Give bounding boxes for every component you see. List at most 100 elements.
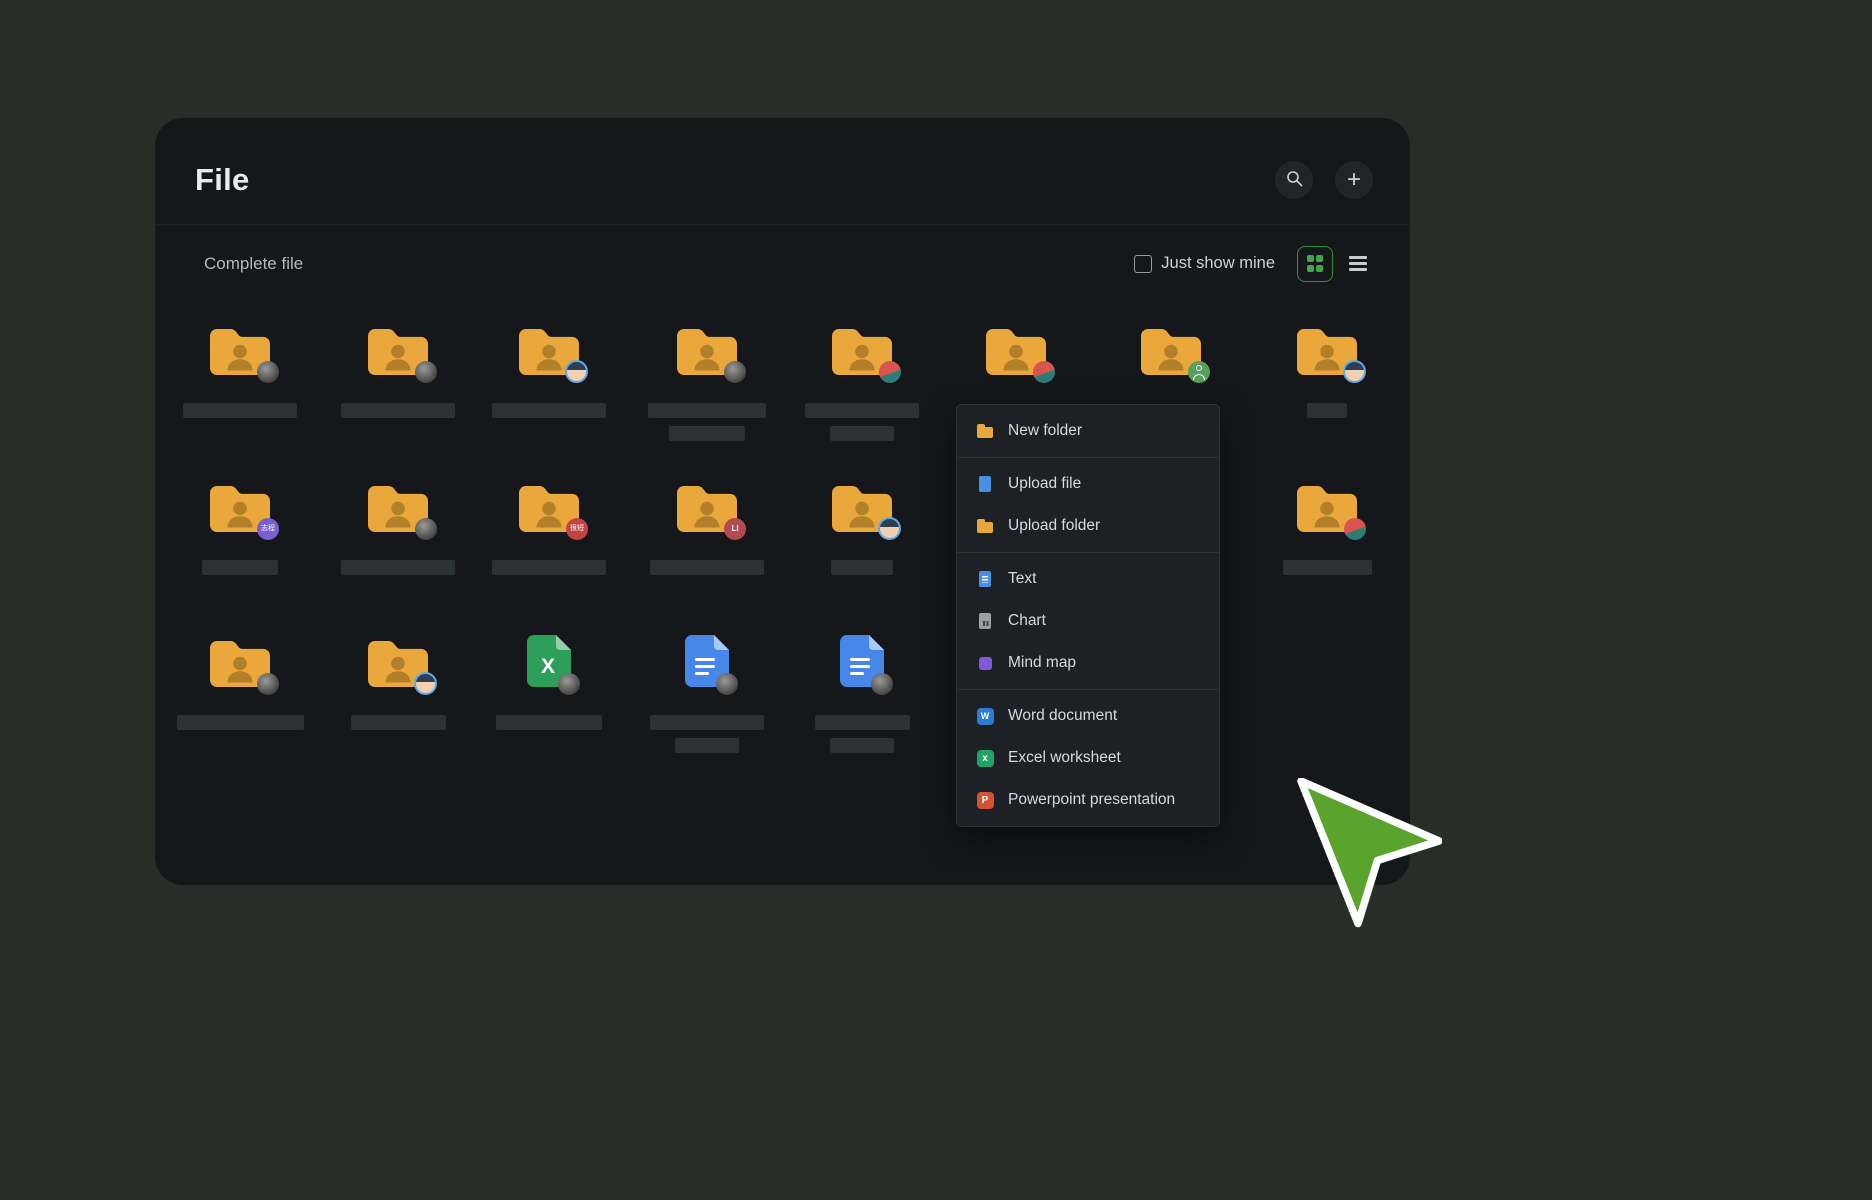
- folder-icon: [365, 478, 431, 534]
- folder-item[interactable]: [641, 321, 773, 441]
- menu-item-upload-folder[interactable]: Upload folder: [957, 505, 1219, 547]
- folder-icon: 志程: [207, 478, 273, 534]
- folder-item[interactable]: [796, 321, 928, 441]
- file-grid: 志程很短LIX: [155, 118, 1410, 885]
- folder-item[interactable]: [1261, 478, 1393, 575]
- file-item[interactable]: [641, 633, 773, 753]
- word-icon: [977, 708, 994, 725]
- powerpoint-icon: [977, 792, 994, 809]
- folder-icon: [829, 321, 895, 377]
- collaborator-avatar: [1343, 360, 1366, 383]
- folder-item[interactable]: 很短: [483, 478, 615, 575]
- menu-group-folder: New folder: [957, 405, 1219, 457]
- file-name-placeholder: [650, 715, 764, 730]
- folder-icon: [365, 633, 431, 689]
- file-name-placeholder: [183, 403, 297, 418]
- folder-icon: [674, 321, 740, 377]
- menu-group-office: Word document Excel worksheet Powerpoint…: [957, 689, 1219, 826]
- folder-item[interactable]: [332, 321, 464, 418]
- menu-group-create: Text Chart Mind map: [957, 552, 1219, 689]
- collaborator-avatar: [415, 361, 437, 383]
- menu-item-word-document[interactable]: Word document: [957, 695, 1219, 737]
- collaborator-avatar: [415, 518, 437, 540]
- file-name-placeholder: [830, 738, 894, 753]
- folder-item[interactable]: LI: [641, 478, 773, 575]
- collaborator-avatar: [414, 672, 437, 695]
- collaborator-avatar: 很短: [566, 518, 588, 540]
- collaborator-avatar: [879, 361, 901, 383]
- folder-icon: 很短: [516, 478, 582, 534]
- file-name-placeholder: [202, 560, 278, 575]
- file-name-placeholder: [496, 715, 602, 730]
- folder-item[interactable]: [174, 633, 306, 730]
- folder-item[interactable]: [950, 321, 1082, 377]
- file-item[interactable]: X: [483, 633, 615, 730]
- folder-icon: [516, 321, 582, 377]
- file-name-placeholder: [805, 403, 919, 418]
- collaborator-avatar: 志程: [257, 518, 279, 540]
- folder-item[interactable]: [796, 478, 928, 575]
- file-name-placeholder: [831, 560, 893, 575]
- doc-icon: [682, 633, 732, 689]
- collaborator-avatar: [724, 361, 746, 383]
- collaborator-avatar: [1188, 361, 1210, 383]
- menu-item-powerpoint-presentation[interactable]: Powerpoint presentation: [957, 779, 1219, 821]
- collaborator-avatar: [878, 517, 901, 540]
- file-name-placeholder: [351, 715, 446, 730]
- collaborator-avatar: LI: [724, 518, 746, 540]
- folder-icon: [365, 321, 431, 377]
- folder-icon: LI: [674, 478, 740, 534]
- folder-icon: [829, 478, 895, 534]
- file-name-placeholder: [830, 426, 894, 441]
- new-folder-icon: [975, 421, 995, 441]
- file-name-placeholder: [648, 403, 766, 418]
- folder-item[interactable]: [1105, 321, 1237, 377]
- chart-icon: [975, 611, 995, 631]
- folder-icon: [983, 321, 1049, 377]
- folder-icon: [1294, 321, 1360, 377]
- folder-item[interactable]: [1261, 321, 1393, 418]
- file-name-placeholder: [1283, 560, 1372, 575]
- file-name-placeholder: [341, 560, 455, 575]
- menu-item-excel-worksheet[interactable]: Excel worksheet: [957, 737, 1219, 779]
- upload-file-icon: [975, 474, 995, 494]
- folder-item[interactable]: [332, 478, 464, 575]
- folder-item[interactable]: [174, 321, 306, 418]
- folder-item[interactable]: 志程: [174, 478, 306, 575]
- menu-item-new-folder[interactable]: New folder: [957, 410, 1219, 452]
- file-name-placeholder: [1307, 403, 1347, 418]
- collaborator-avatar: [257, 361, 279, 383]
- excel-icon: [977, 750, 994, 767]
- folder-icon: [207, 321, 273, 377]
- file-name-placeholder: [650, 560, 764, 575]
- file-name-placeholder: [492, 403, 606, 418]
- desktop-background: { "header": { "title": "File" }, "toolba…: [0, 0, 1872, 1200]
- menu-item-upload-file[interactable]: Upload file: [957, 463, 1219, 505]
- collaborator-avatar: [565, 360, 588, 383]
- collaborator-avatar: [558, 673, 580, 695]
- folder-icon: [1294, 478, 1360, 534]
- file-name-placeholder: [341, 403, 455, 418]
- folder-item[interactable]: [483, 321, 615, 418]
- collaborator-avatar: [716, 673, 738, 695]
- folder-icon: [207, 633, 273, 689]
- menu-item-mind-map[interactable]: Mind map: [957, 642, 1219, 684]
- folder-item[interactable]: [332, 633, 464, 730]
- collaborator-avatar: [1344, 518, 1366, 540]
- folder-icon: [1138, 321, 1204, 377]
- create-context-menu: New folder Upload file Upload folder Tex…: [956, 404, 1220, 827]
- upload-folder-icon: [975, 516, 995, 536]
- menu-item-text[interactable]: Text: [957, 558, 1219, 600]
- doc-icon: [837, 633, 887, 689]
- menu-group-upload: Upload file Upload folder: [957, 457, 1219, 552]
- file-name-placeholder: [815, 715, 910, 730]
- collaborator-avatar: [257, 673, 279, 695]
- file-name-placeholder: [492, 560, 606, 575]
- file-manager-window: File + Complete file Just show mine: [155, 118, 1410, 885]
- collaborator-avatar: [871, 673, 893, 695]
- file-name-placeholder: [669, 426, 745, 441]
- file-item[interactable]: [796, 633, 928, 753]
- file-name-placeholder: [675, 738, 739, 753]
- menu-item-chart[interactable]: Chart: [957, 600, 1219, 642]
- mind-map-icon: [975, 653, 995, 673]
